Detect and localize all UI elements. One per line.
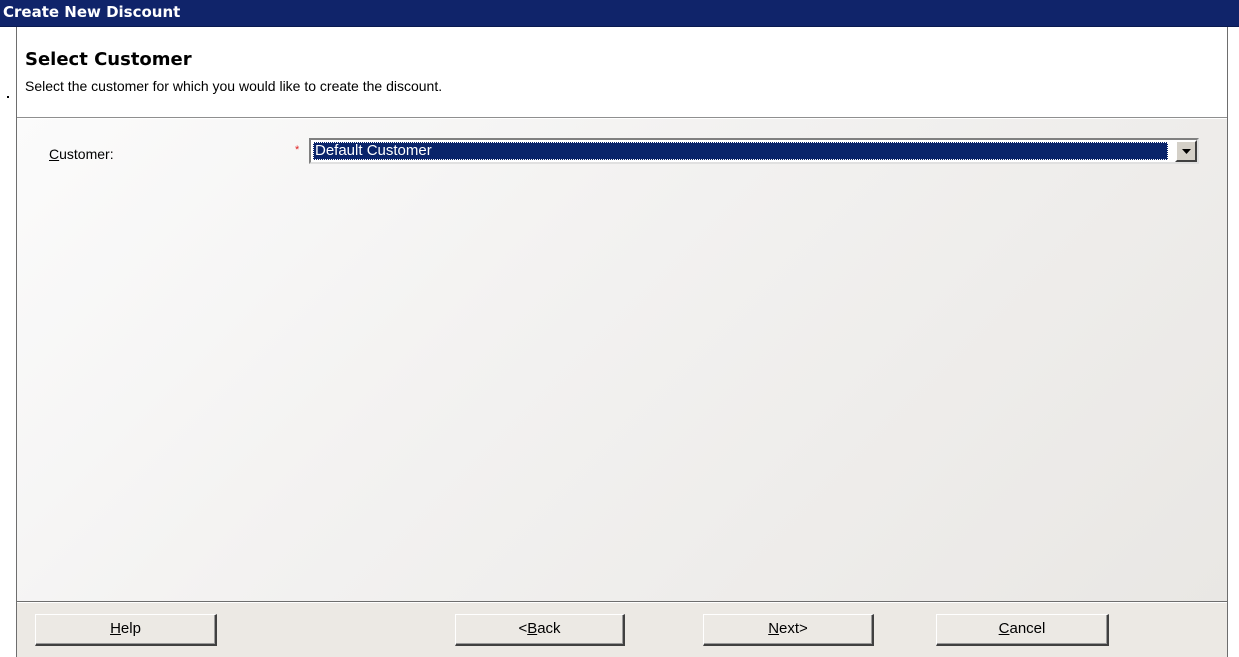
customer-label: Customer:: [49, 146, 114, 162]
back-button[interactable]: <Back: [455, 614, 625, 646]
back-button-rest: ack: [537, 620, 561, 637]
customer-label-accel: C: [49, 146, 60, 162]
stray-dot: [7, 96, 9, 98]
help-button-accel: H: [110, 620, 121, 637]
help-button[interactable]: Help: [35, 614, 217, 646]
required-marker: *: [295, 144, 300, 156]
back-button-accel: B: [527, 620, 538, 637]
back-button-prefix: <: [518, 620, 528, 637]
customer-select-value[interactable]: Default Customer: [313, 142, 1168, 160]
wizard-header: Select Customer Select the customer for …: [17, 27, 1227, 118]
window-title: Create New Discount: [0, 0, 1239, 27]
wizard-footer: Help <Back Next> Cancel: [17, 603, 1227, 657]
help-button-rest: elp: [120, 620, 141, 637]
page-subtitle: Select the customer for which you would …: [25, 78, 443, 94]
next-button-rest: ext>: [779, 620, 808, 637]
page-title: Select Customer: [25, 49, 192, 70]
next-button-accel: N: [768, 620, 780, 637]
cancel-button-rest: ancel: [1009, 620, 1046, 637]
chevron-down-icon: [1182, 149, 1191, 154]
customer-select-dropdown-button[interactable]: [1175, 140, 1197, 162]
cancel-button-accel: C: [998, 620, 1010, 637]
window-title-text: Create New Discount: [3, 3, 181, 21]
wizard-window: Create New Discount Select Customer Sele…: [0, 0, 1239, 657]
cancel-button[interactable]: Cancel: [936, 614, 1109, 646]
wizard-content: Customer: * Default Customer: [17, 119, 1227, 602]
customer-select[interactable]: Default Customer: [309, 138, 1199, 164]
customer-label-rest: ustomer:: [59, 146, 114, 162]
next-button[interactable]: Next>: [703, 614, 874, 646]
